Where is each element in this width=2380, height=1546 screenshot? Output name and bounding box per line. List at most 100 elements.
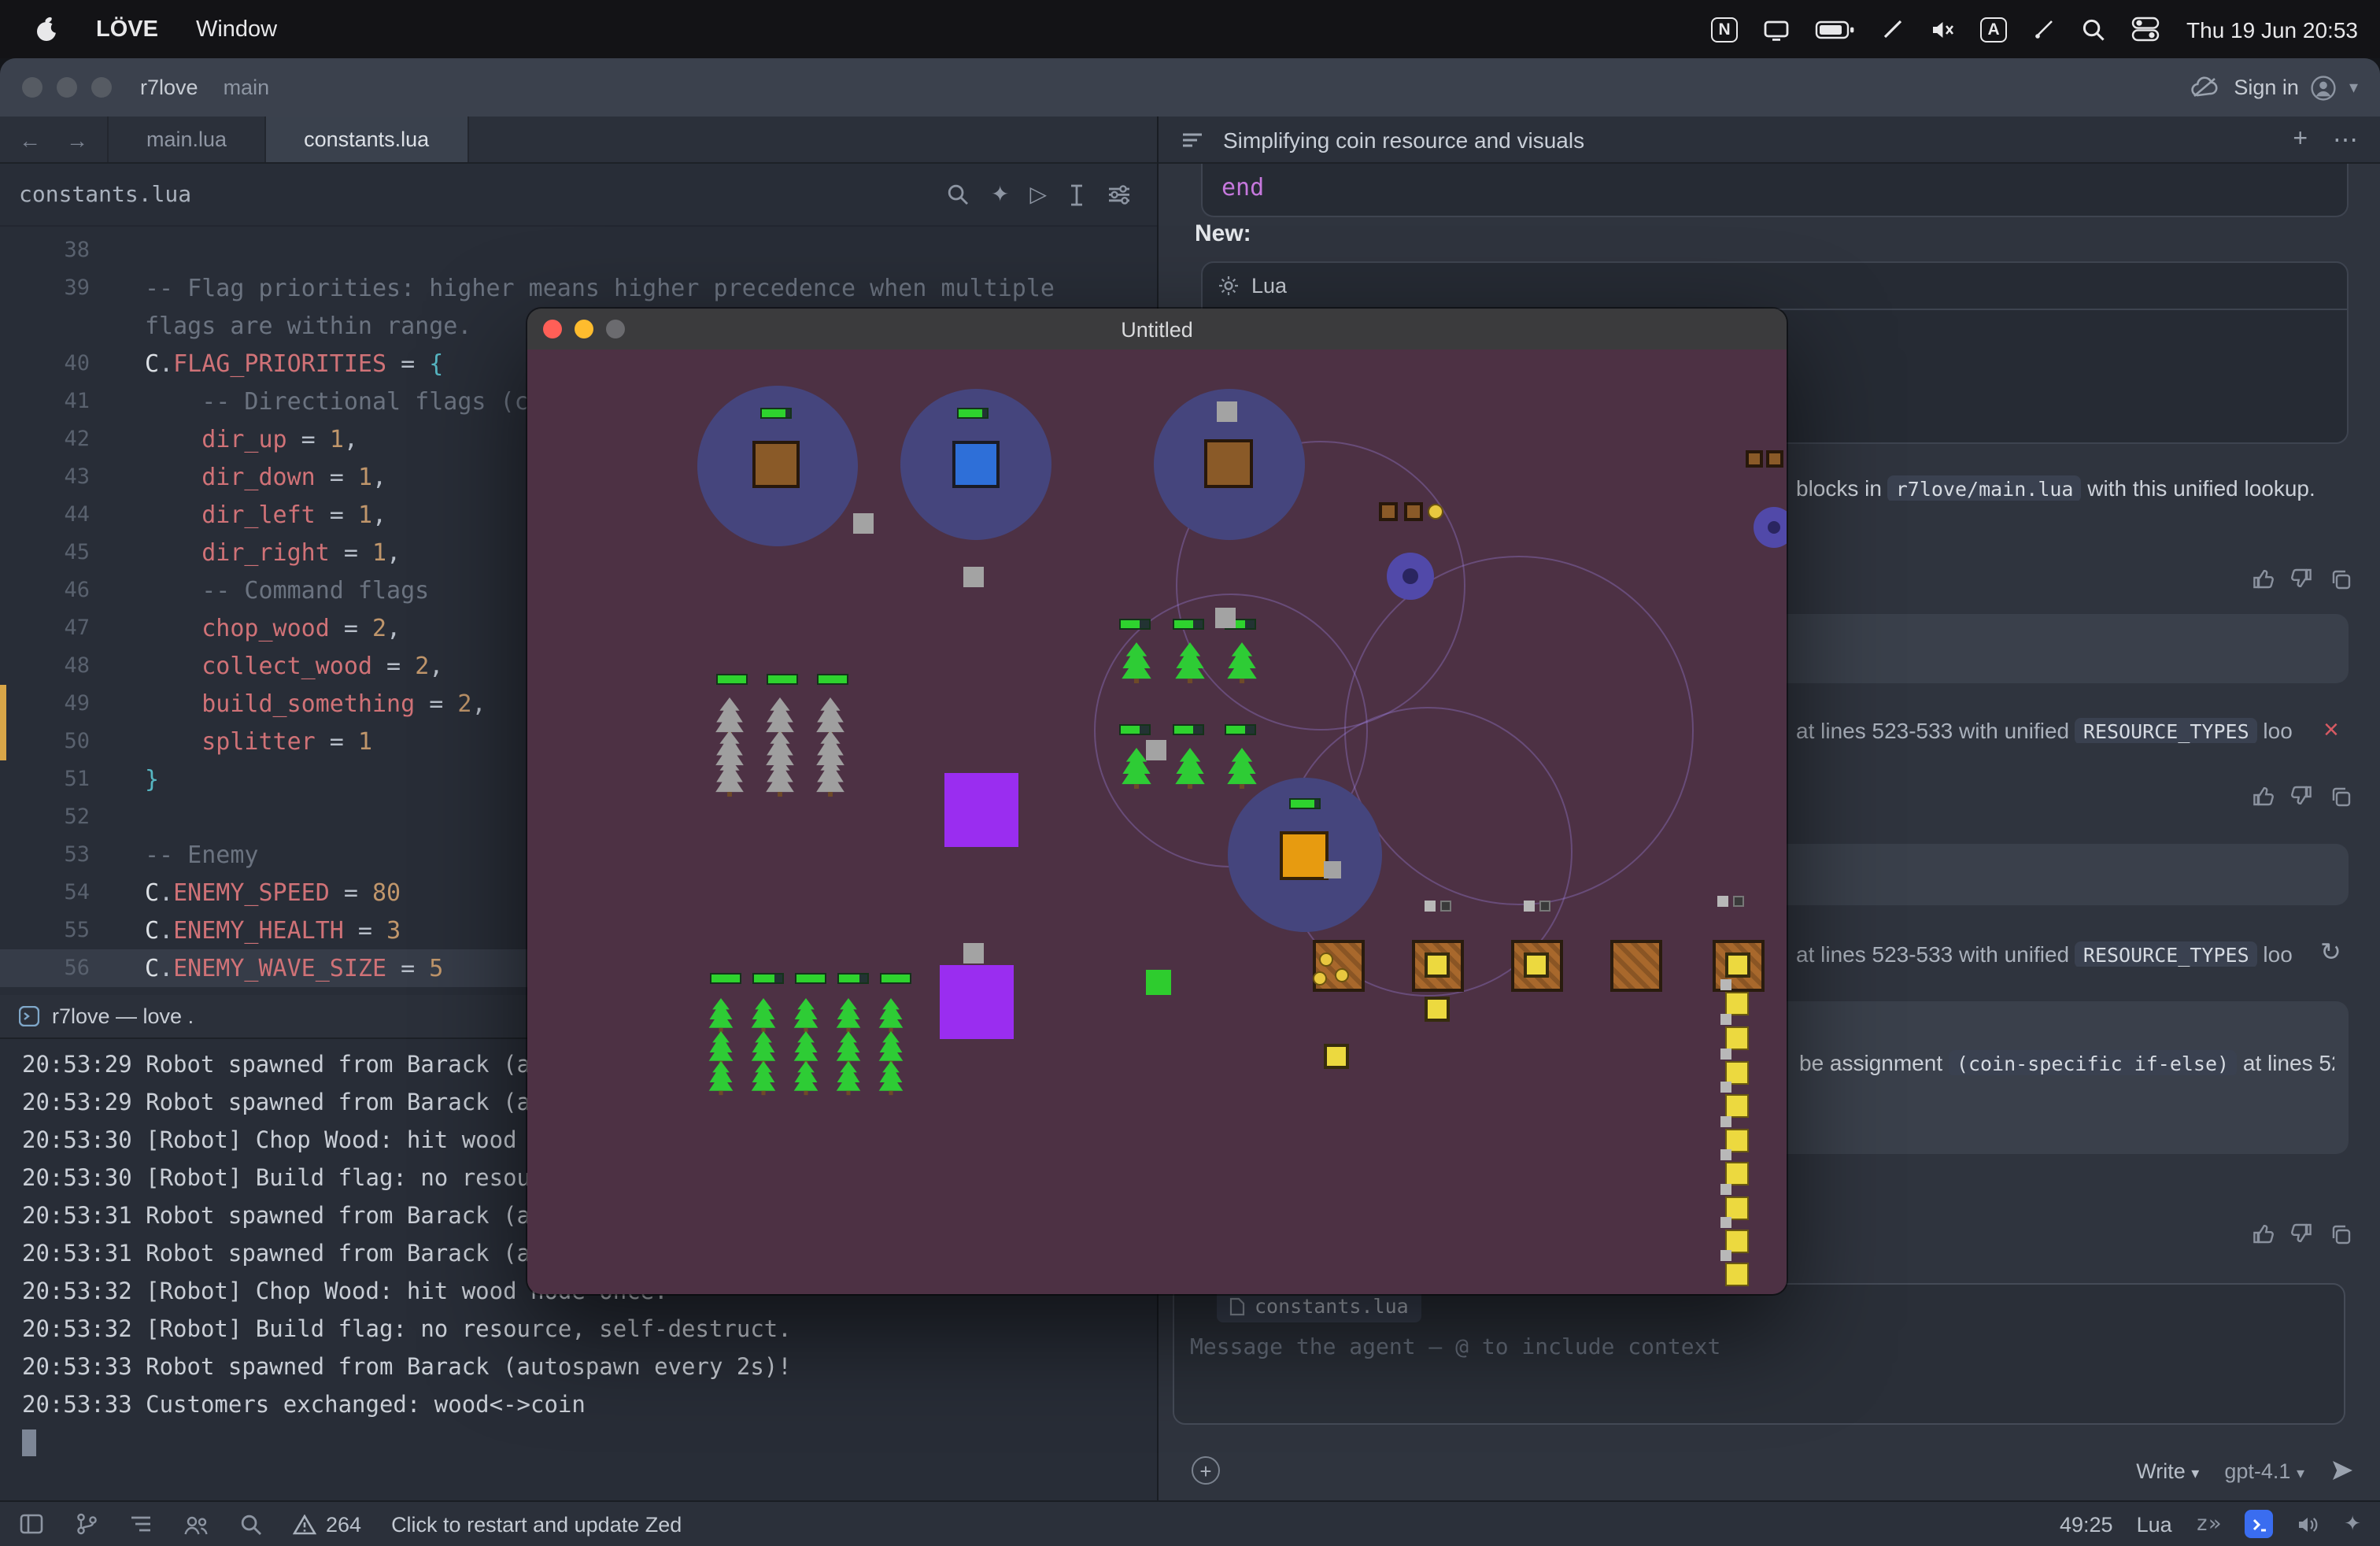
menu-app-name[interactable]: LÖVE: [96, 17, 158, 42]
search-panel-icon[interactable]: [239, 1512, 263, 1536]
feedback-row: [2251, 1222, 2352, 1245]
minimize-window-button[interactable]: [57, 77, 77, 98]
thumbs-up-icon[interactable]: [2251, 1222, 2275, 1245]
game-tree-green: [834, 1031, 863, 1066]
dismiss-error-icon[interactable]: ×: [2323, 716, 2339, 743]
control-center-icon[interactable]: [2131, 16, 2161, 43]
game-health-bar: [760, 408, 792, 419]
context-chip[interactable]: constants.lua: [1217, 1289, 1421, 1322]
game-tree-green: [749, 1061, 778, 1096]
game-resource-chip: [1717, 896, 1746, 908]
code-text: chop_wood = 2,: [201, 614, 401, 642]
buffer-search-icon[interactable]: [947, 183, 970, 206]
more-options-icon[interactable]: ⋯: [2333, 124, 2358, 155]
notion-status-icon[interactable]: N: [1711, 17, 1739, 42]
git-branch-icon[interactable]: [74, 1511, 99, 1537]
thumbs-up-icon[interactable]: [2251, 784, 2275, 808]
terminal-tab[interactable]: r7love — love .: [52, 1004, 194, 1028]
send-icon[interactable]: [2330, 1458, 2355, 1483]
line-number: 45: [64, 540, 90, 565]
new-section-label: New:: [1195, 220, 1251, 247]
copy-icon[interactable]: [2330, 1222, 2352, 1245]
nav-forward-button[interactable]: →: [66, 127, 88, 152]
thread-list-icon[interactable]: [1181, 128, 1204, 150]
game-health-bar: [1119, 724, 1151, 735]
new-thread-icon[interactable]: +: [2293, 125, 2308, 153]
outline-panel-icon[interactable]: [129, 1513, 153, 1535]
game-tree-grey: [713, 757, 746, 797]
breadcrumb[interactable]: constants.lua: [0, 182, 191, 207]
game-health-bar: [710, 973, 741, 984]
copy-icon[interactable]: [2330, 785, 2352, 807]
line-number: 49: [64, 691, 90, 716]
game-square: [1379, 502, 1398, 521]
thumbs-up-icon[interactable]: [2251, 567, 2275, 590]
diagnostics-summary[interactable]: 264: [293, 1512, 361, 1536]
thread-title[interactable]: Simplifying coin resource and visuals: [1223, 127, 1584, 152]
add-context-button[interactable]: +: [1192, 1456, 1220, 1485]
thumbs-down-icon[interactable]: [2290, 1222, 2314, 1245]
language-selector[interactable]: Lua: [2137, 1512, 2172, 1536]
sign-in-button[interactable]: Sign in: [2234, 76, 2299, 99]
terminal-panel-toggle[interactable]: [2245, 1510, 2274, 1538]
retry-icon[interactable]: ↻: [2320, 940, 2341, 967]
code-line: 39 -- Flag priorities: higher means highe…: [0, 269, 1157, 307]
code-text: -- Directional flags (c: [145, 387, 529, 416]
collab-panel-icon[interactable]: [183, 1512, 209, 1536]
git-branch-name[interactable]: main: [224, 76, 270, 99]
code-text: -- Flag priorities: higher means higher …: [145, 274, 1055, 302]
game-square: [752, 441, 800, 488]
line-number: 55: [64, 918, 90, 943]
display-status-icon[interactable]: [1763, 17, 1790, 42]
zed-title-bar[interactable]: r7love main Sign in ▾: [0, 58, 2380, 117]
nav-back-button[interactable]: ←: [19, 127, 41, 152]
mute-icon[interactable]: [1930, 18, 1955, 40]
line-number: 56: [64, 956, 90, 981]
game-square: [1217, 401, 1237, 422]
project-name[interactable]: r7love: [140, 76, 198, 99]
game-health-bar: [957, 408, 989, 419]
volume-icon[interactable]: [2297, 1514, 2320, 1534]
apple-menu-icon[interactable]: [35, 16, 58, 43]
menu-bar-clock[interactable]: Thu 19 Jun 20:53: [2186, 17, 2358, 42]
language-gear-icon: [1218, 276, 1239, 296]
code-text: splitter = 1: [201, 727, 372, 756]
game-health-bar: [1173, 724, 1204, 735]
cursor-position[interactable]: 49:25: [2060, 1512, 2113, 1536]
battery-icon[interactable]: [1815, 15, 1856, 43]
menu-item-window[interactable]: Window: [196, 17, 277, 42]
terminal-cursor: [22, 1429, 36, 1456]
mode-selector[interactable]: Write ▾: [2136, 1459, 2199, 1482]
input-source-icon[interactable]: A: [1980, 17, 2008, 42]
message-editor[interactable]: constants.lua Message the agent — @ to i…: [1173, 1283, 2345, 1425]
update-zed-button[interactable]: Click to restart and update Zed: [391, 1512, 682, 1536]
cloud-offline-icon: [2190, 76, 2221, 99]
game-square: [1204, 439, 1253, 488]
inline-assist-icon[interactable]: ✦: [991, 181, 1009, 208]
thumbs-down-icon[interactable]: [2290, 567, 2314, 590]
game-window: Untitled: [527, 309, 1787, 1294]
game-canvas[interactable]: [527, 350, 1787, 1294]
run-icon[interactable]: ▷: [1029, 181, 1047, 208]
network-slash-icon[interactable]: [2032, 17, 2056, 41]
close-window-button[interactable]: [22, 77, 42, 98]
warning-icon: [293, 1514, 316, 1534]
game-title-bar[interactable]: Untitled: [527, 309, 1787, 350]
avatar[interactable]: [2312, 75, 2337, 100]
assistant-panel-toggle-icon[interactable]: ✦: [2344, 1511, 2361, 1537]
editor-settings-icon[interactable]: [1107, 183, 1132, 206]
thumbs-down-icon[interactable]: [2290, 784, 2314, 808]
inline-completions-icon[interactable]: z»: [2196, 1511, 2222, 1537]
tab-constants-lua[interactable]: constants.lua: [266, 117, 469, 162]
game-robot-coin: [1720, 1184, 1755, 1222]
spotlight-search-icon[interactable]: [2081, 17, 2106, 42]
game-coin: [1334, 967, 1348, 982]
chevron-down-icon[interactable]: ▾: [2349, 77, 2358, 98]
copy-icon[interactable]: [2330, 568, 2352, 590]
model-selector[interactable]: gpt-4.1 ▾: [2224, 1459, 2304, 1482]
zoom-window-button[interactable]: [91, 77, 112, 98]
tab-main-lua[interactable]: main.lua: [109, 117, 267, 162]
pen-status-icon[interactable]: [1881, 17, 1905, 41]
text-cursor-icon[interactable]: [1067, 182, 1086, 207]
project-panel-icon[interactable]: [19, 1511, 44, 1537]
